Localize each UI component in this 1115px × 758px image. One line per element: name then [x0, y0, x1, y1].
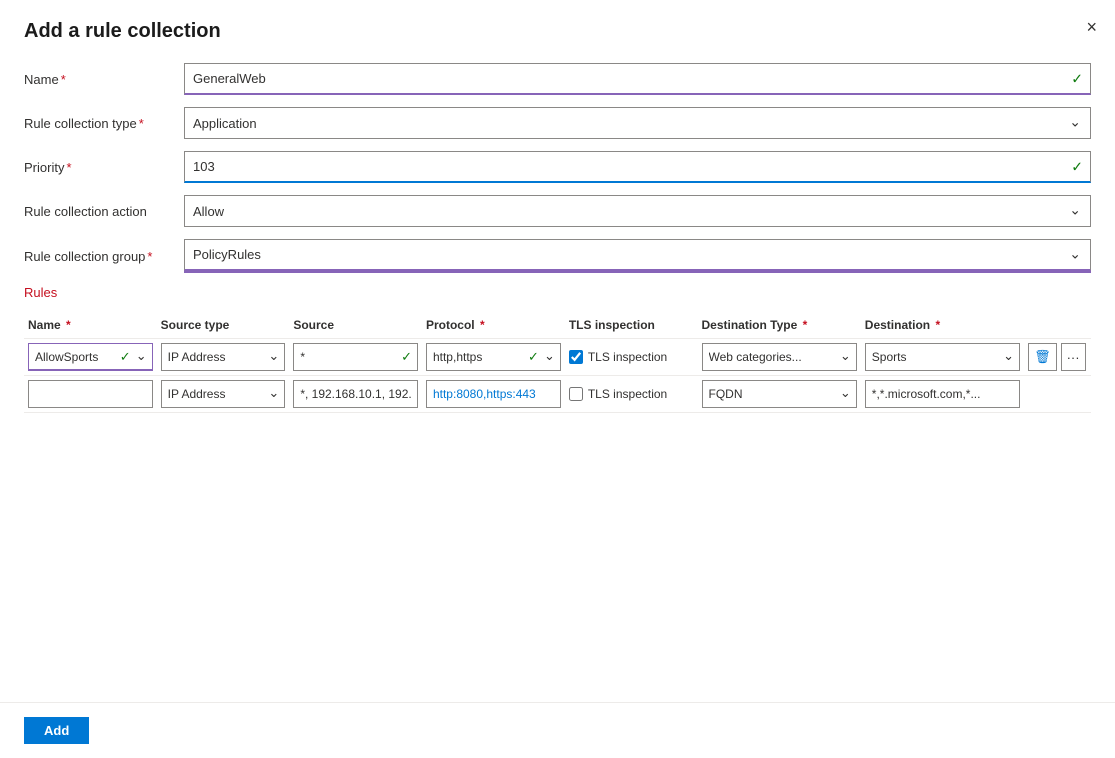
row1-tls-label: TLS inspection	[588, 350, 667, 364]
row2-dest-input[interactable]	[865, 380, 1020, 408]
row1-source-wrapper: ✓	[293, 343, 418, 371]
col-header-destination-type: Destination Type *	[698, 312, 861, 339]
row1-dest-type-cell: Web categories...	[698, 339, 861, 376]
panel: × Add a rule collection Name* ✓ Rule col…	[0, 0, 1115, 758]
rule-collection-action-select[interactable]: Allow	[184, 195, 1091, 227]
row1-source-type-select[interactable]: IP Address	[161, 343, 286, 371]
row1-tls-cell: TLS inspection	[565, 339, 698, 376]
row1-name-select[interactable]: AllowSports	[28, 343, 153, 371]
table-row: AllowSports ✓ IP Address ✓	[24, 339, 1091, 376]
row2-source-input[interactable]	[293, 380, 418, 408]
name-label: Name*	[24, 72, 184, 87]
row2-source-type-cell: IP Address	[157, 376, 290, 413]
col-header-protocol: Protocol *	[422, 312, 565, 339]
rule-collection-action-wrapper: Allow	[184, 195, 1091, 227]
rules-label: Rules	[24, 285, 57, 300]
row1-source-cell: ✓	[289, 339, 422, 376]
row1-source-type-cell: IP Address	[157, 339, 290, 376]
add-button[interactable]: Add	[24, 717, 89, 744]
row1-protocol-wrapper: http,https ✓	[426, 343, 561, 371]
row1-more-button[interactable]: ···	[1061, 343, 1086, 371]
table-row: IP Address TLS inspection	[24, 376, 1091, 413]
rule-collection-action-label: Rule collection action	[24, 204, 184, 219]
row2-tls-wrapper: TLS inspection	[569, 387, 694, 401]
row2-dest-type-cell: FQDN	[698, 376, 861, 413]
rule-collection-group-select[interactable]: PolicyRules	[184, 239, 1091, 271]
close-button[interactable]: ×	[1086, 18, 1097, 36]
priority-row: Priority* ✓	[24, 151, 1091, 183]
row1-dest-select[interactable]: Sports	[865, 343, 1020, 371]
row1-source-input[interactable]	[293, 343, 418, 371]
row2-source-type-select[interactable]: IP Address	[161, 380, 286, 408]
rule-collection-type-label: Rule collection type*	[24, 116, 184, 131]
col-header-source: Source	[289, 312, 422, 339]
row2-tls-label: TLS inspection	[588, 387, 667, 401]
row2-source-cell	[289, 376, 422, 413]
row1-actions: 🗑 ···	[1028, 343, 1087, 371]
rule-collection-group-label: Rule collection group*	[24, 249, 184, 264]
row2-name-input[interactable]	[28, 380, 153, 408]
name-input[interactable]	[184, 63, 1091, 95]
row1-source-type-wrapper: IP Address	[161, 343, 286, 371]
row2-dest-cell	[861, 376, 1024, 413]
row1-dest-cell: Sports	[861, 339, 1024, 376]
rules-section: Rules	[24, 285, 1091, 300]
rules-table: Name * Source type Source Protocol * TLS…	[24, 312, 1091, 413]
rule-collection-type-row: Rule collection type* Application	[24, 107, 1091, 139]
name-row: Name* ✓	[24, 63, 1091, 95]
table-header-row: Name * Source type Source Protocol * TLS…	[24, 312, 1091, 339]
row1-dest-type-select[interactable]: Web categories...	[702, 343, 857, 371]
row2-protocol-cell	[422, 376, 565, 413]
name-field-wrapper: ✓	[184, 63, 1091, 95]
priority-input[interactable]	[184, 151, 1091, 183]
name-check-icon: ✓	[1071, 71, 1083, 88]
priority-field-wrapper: ✓	[184, 151, 1091, 183]
bottom-bar: Add	[0, 702, 1115, 758]
row1-name-cell: AllowSports ✓	[24, 339, 157, 376]
col-header-tls: TLS inspection	[565, 312, 698, 339]
row1-actions-cell: 🗑 ···	[1024, 339, 1091, 376]
rule-collection-type-wrapper: Application	[184, 107, 1091, 139]
priority-check-icon: ✓	[1071, 159, 1083, 176]
col-header-destination: Destination *	[861, 312, 1024, 339]
row1-tls-checkbox[interactable]	[569, 350, 583, 364]
col-header-name: Name *	[24, 312, 157, 339]
row2-name-cell	[24, 376, 157, 413]
rule-collection-type-select[interactable]: Application	[184, 107, 1091, 139]
row1-tls-wrapper: TLS inspection	[569, 350, 694, 364]
rule-collection-group-wrapper: PolicyRules	[184, 239, 1091, 273]
row2-dest-type-select[interactable]: FQDN	[702, 380, 857, 408]
page-title: Add a rule collection	[24, 20, 1091, 43]
row1-dest-type-wrapper: Web categories...	[702, 343, 857, 371]
col-header-actions	[1024, 312, 1091, 339]
row2-protocol-input[interactable]	[426, 380, 561, 408]
row2-tls-cell: TLS inspection	[565, 376, 698, 413]
row2-dest-type-wrapper: FQDN	[702, 380, 857, 408]
col-header-source-type: Source type	[157, 312, 290, 339]
rule-collection-action-row: Rule collection action Allow	[24, 195, 1091, 227]
row1-name-wrapper: AllowSports ✓	[28, 343, 153, 371]
row2-source-type-wrapper: IP Address	[161, 380, 286, 408]
row1-protocol-cell: http,https ✓	[422, 339, 565, 376]
row1-dest-wrapper: Sports	[865, 343, 1020, 371]
priority-label: Priority*	[24, 160, 184, 175]
rule-collection-group-row: Rule collection group* PolicyRules	[24, 239, 1091, 273]
row2-tls-checkbox[interactable]	[569, 387, 583, 401]
row1-delete-button[interactable]: 🗑	[1028, 343, 1057, 371]
row2-actions-cell	[1024, 376, 1091, 413]
row1-protocol-select[interactable]: http,https	[426, 343, 561, 371]
